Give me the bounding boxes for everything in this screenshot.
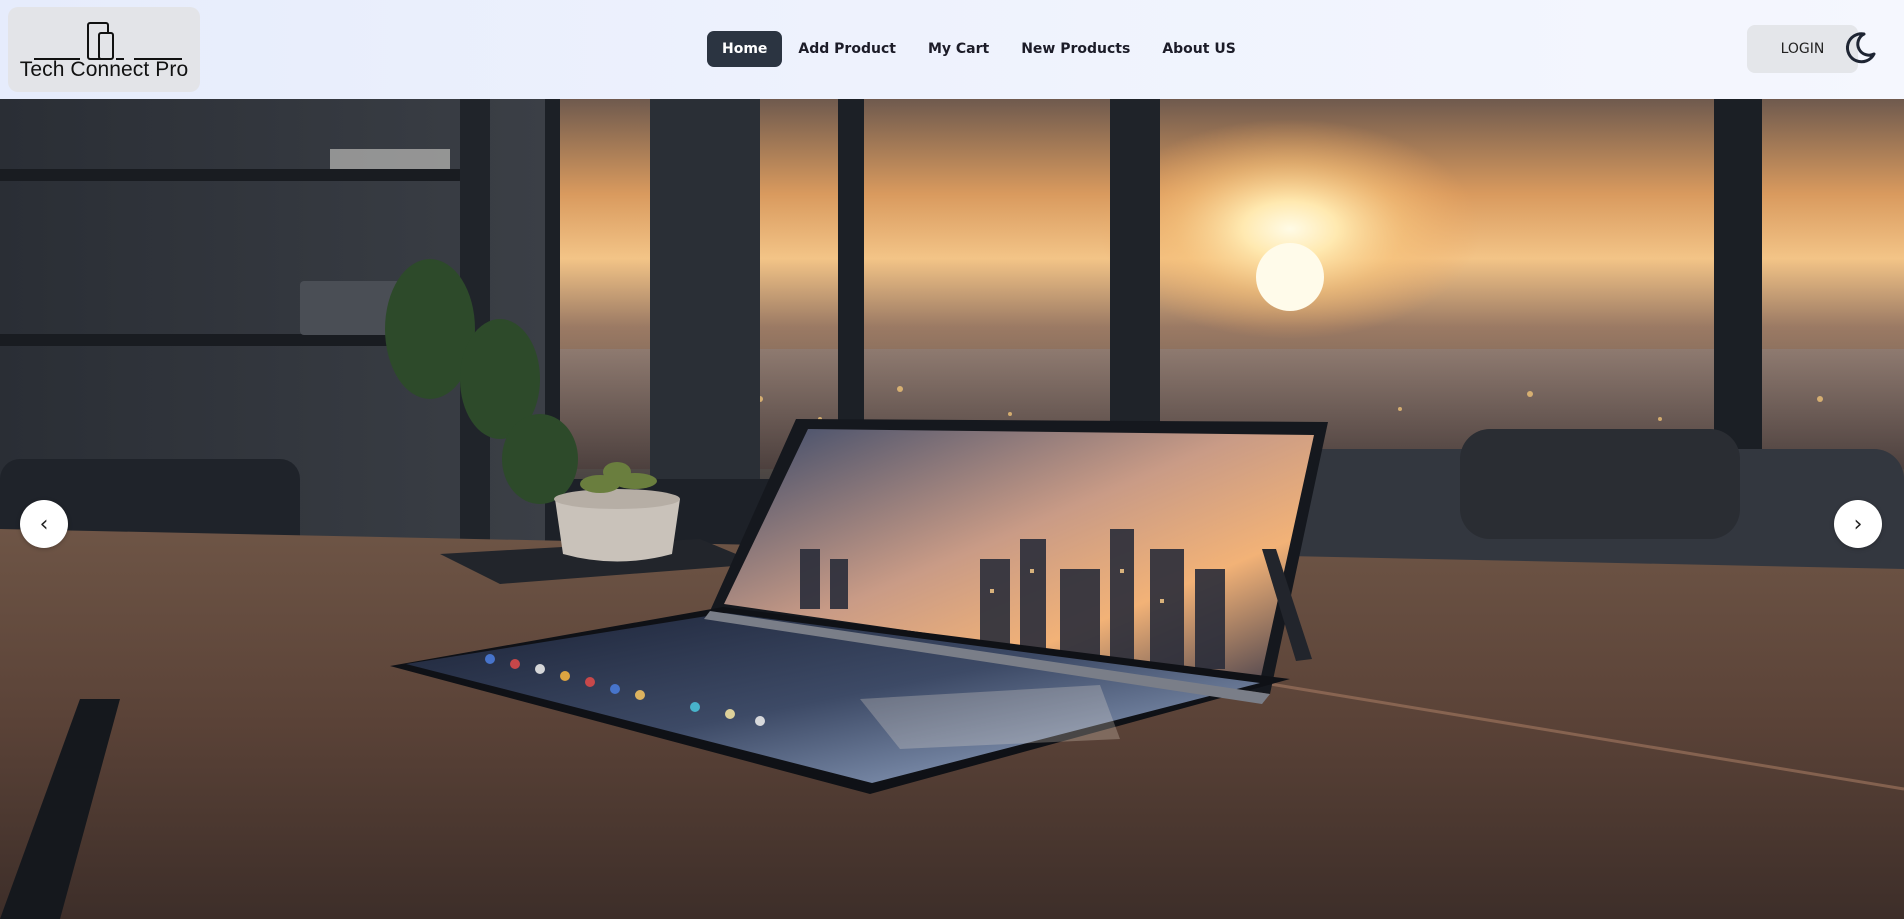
theme-toggle-button[interactable] (1840, 28, 1880, 68)
carousel-prev-button[interactable]: ‹ (20, 500, 68, 548)
nav-home[interactable]: Home (707, 31, 783, 67)
hero-slide-image (0, 99, 1904, 919)
main-nav: Home Add Product My Cart New Products Ab… (707, 31, 1252, 67)
nav-add-product[interactable]: Add Product (782, 31, 912, 67)
brand-logo[interactable]: Tech Connect Pro (8, 7, 200, 92)
chevron-right-icon: › (1853, 511, 1863, 537)
nav-my-cart[interactable]: My Cart (912, 31, 1005, 67)
hero-carousel: ‹ › (0, 99, 1904, 919)
chevron-left-icon: ‹ (39, 511, 49, 537)
brand-name: Tech Connect Pro (19, 58, 189, 81)
devices-logo-icon (34, 22, 182, 60)
nav-about-us[interactable]: About US (1146, 31, 1251, 67)
navbar: Tech Connect Pro Home Add Product My Car… (0, 0, 1904, 99)
carousel-next-button[interactable]: › (1834, 500, 1882, 548)
nav-new-products[interactable]: New Products (1005, 31, 1146, 67)
moon-icon (1845, 32, 1876, 64)
